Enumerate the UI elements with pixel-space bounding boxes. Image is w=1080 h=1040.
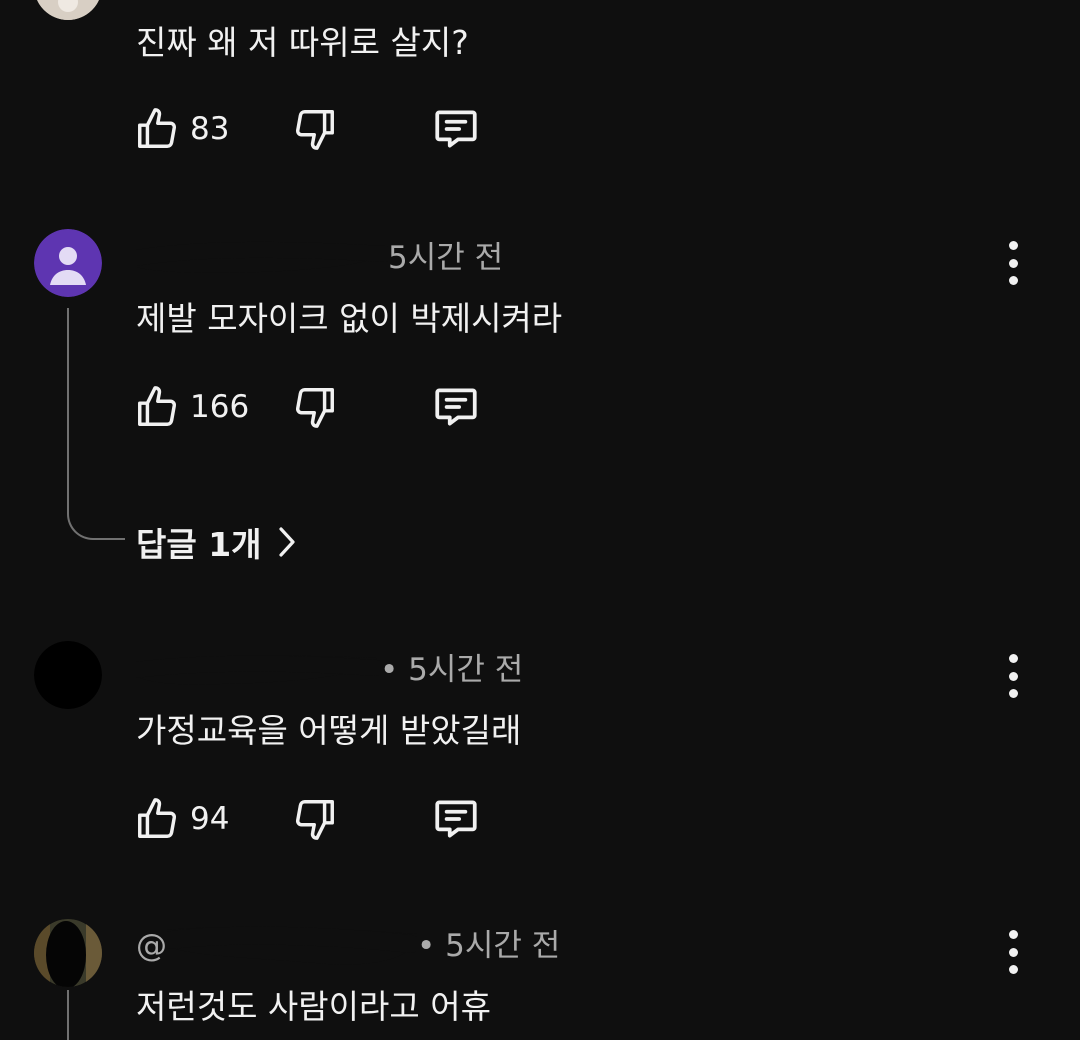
comment-meta: @ • 5시간 전: [136, 920, 560, 974]
more-options-button[interactable]: [996, 654, 1030, 698]
dislike-button[interactable]: [292, 382, 338, 432]
comment-icon: [435, 388, 477, 426]
thumbs-down-icon: [296, 800, 334, 840]
author-handle: @: [136, 928, 167, 964]
comment-icon: [435, 110, 477, 148]
more-options-button[interactable]: [996, 930, 1030, 974]
avatar[interactable]: [34, 641, 102, 709]
avatar[interactable]: [34, 229, 102, 297]
comment-text: 가정교육을 어떻게 받았길래: [136, 711, 522, 750]
thread-line: [67, 990, 69, 1040]
comment-text: 제발 모자이크 없이 박제시켜라: [136, 299, 563, 338]
avatar[interactable]: [34, 0, 102, 20]
like-button[interactable]: 83: [134, 104, 229, 154]
comment-meta: • 5시간 전: [128, 644, 524, 696]
thumbs-up-icon: [138, 386, 176, 426]
like-count: 166: [190, 389, 250, 425]
thumbs-down-icon: [296, 388, 334, 428]
comment-time: 5시간 전: [388, 240, 504, 276]
like-count: 83: [190, 111, 230, 147]
like-button[interactable]: 94: [134, 794, 229, 844]
chevron-right-icon: [278, 527, 295, 557]
comment-time: • 5시간 전: [417, 928, 561, 964]
thread-connector: [67, 488, 125, 540]
replies-label: 답글 1개: [136, 525, 262, 564]
reply-button[interactable]: [431, 104, 481, 154]
avatar[interactable]: [34, 919, 102, 987]
like-count: 94: [190, 801, 230, 837]
comment-meta: 5시간 전: [128, 232, 504, 284]
redacted-author: [128, 236, 394, 284]
dislike-button[interactable]: [292, 794, 338, 844]
comment-text: 진짜 왜 저 따위로 살지?: [136, 23, 469, 62]
like-button[interactable]: 166: [134, 382, 249, 432]
more-options-button[interactable]: [996, 241, 1030, 285]
comment-icon: [435, 800, 477, 838]
redacted-author: [162, 922, 420, 974]
dislike-button[interactable]: [292, 104, 338, 154]
reply-button[interactable]: [431, 382, 481, 432]
comment-time: • 5시간 전: [380, 652, 524, 688]
redacted-author: [128, 648, 384, 696]
thumbs-down-icon: [296, 110, 334, 150]
view-replies-button[interactable]: 답글 1개: [136, 518, 298, 566]
reply-button[interactable]: [431, 794, 481, 844]
thumbs-up-icon: [138, 798, 176, 838]
thumbs-up-icon: [138, 108, 176, 148]
comment-text: 저런것도 사람이라고 어휴: [136, 987, 491, 1026]
thread-line: [67, 308, 69, 490]
